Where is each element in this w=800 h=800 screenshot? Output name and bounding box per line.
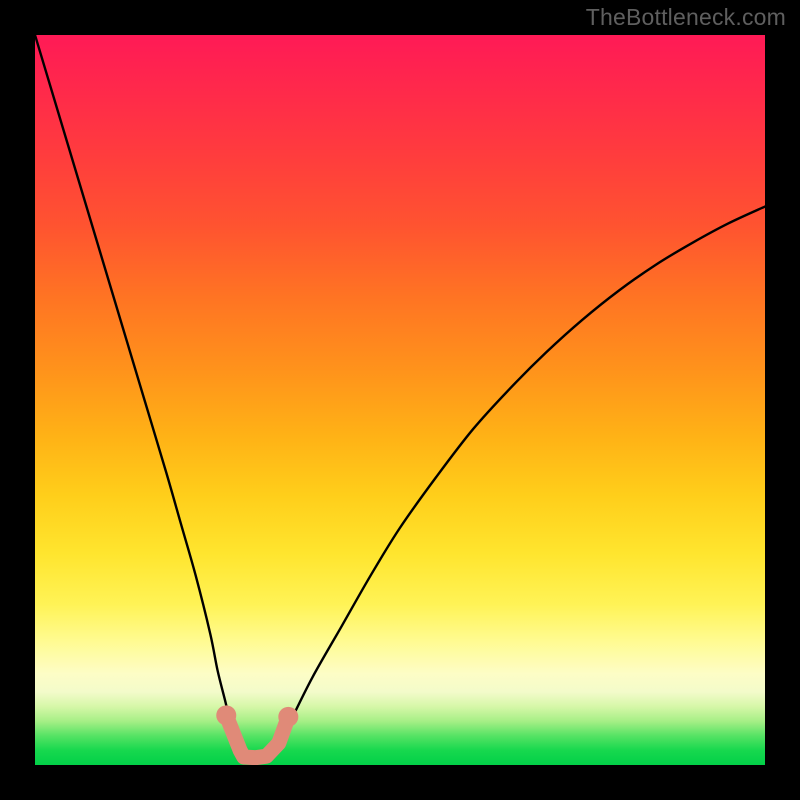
valid-range-endpoint — [278, 707, 298, 727]
watermark-text: TheBottleneck.com — [586, 4, 786, 31]
curve-layer — [35, 35, 765, 765]
valid-range-stroke — [226, 715, 288, 757]
chart-frame: TheBottleneck.com — [0, 0, 800, 800]
bottleneck-curve — [35, 35, 765, 758]
plot-area — [35, 35, 765, 765]
valid-range-endpoint — [216, 705, 236, 725]
valid-range-markers — [216, 705, 298, 757]
